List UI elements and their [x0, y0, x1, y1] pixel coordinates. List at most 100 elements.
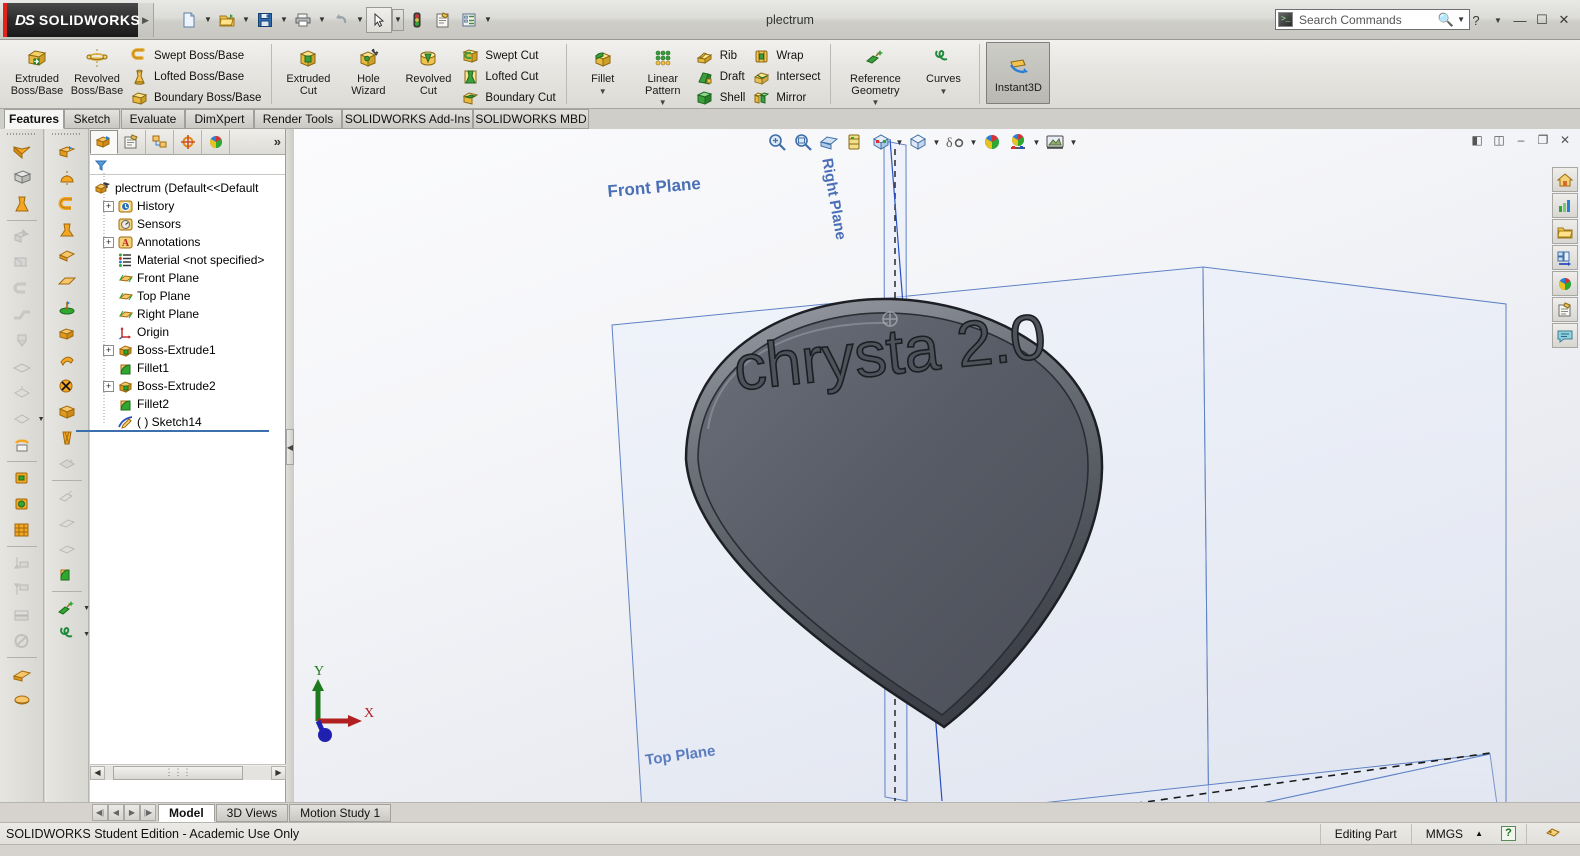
tool-weldment-icon[interactable] [7, 465, 37, 491]
design-library-button[interactable] [1552, 219, 1578, 244]
fillet-dropdown-caret[interactable]: ▼ [599, 87, 607, 96]
display-style-caret[interactable]: ▼ [931, 130, 942, 154]
file-properties-button[interactable] [430, 7, 456, 33]
tool-forming-tool-icon[interactable] [7, 432, 37, 458]
previous-tab-button[interactable]: ◀ [108, 804, 124, 821]
select-tool-button[interactable] [366, 6, 392, 33]
tree-item-annotations[interactable]: + A Annotations [94, 233, 285, 251]
tool-structural-member-icon[interactable] [7, 491, 37, 517]
tab-evaluate[interactable]: Evaluate [121, 109, 185, 129]
restore-button[interactable]: ☐ [1532, 10, 1552, 30]
feature-manager-hscrollbar[interactable]: ◀ ⋮⋮⋮ ▶ [90, 764, 286, 780]
minimize-view-button[interactable]: – [1512, 131, 1530, 149]
select-tool-caret[interactable]: ▼ [392, 8, 404, 31]
boundary-cut-button[interactable]: Boundary Cut [458, 87, 559, 108]
hide-show-caret[interactable]: ▼ [968, 130, 979, 154]
design-library-home-button[interactable] [1552, 167, 1578, 192]
history-expander[interactable]: + [103, 200, 114, 212]
tile-vertical-button[interactable]: ◫ [1490, 131, 1508, 149]
tree-item-fillet1[interactable]: Fillet1 [94, 359, 285, 377]
instant3d-button[interactable]: Instant3D [986, 42, 1051, 104]
tab-dimxpert[interactable]: DimXpert [185, 109, 254, 129]
tree-item-history[interactable]: + History [94, 197, 285, 215]
tree-item-origin[interactable]: Origin [94, 323, 285, 341]
tab-solidworks-add-ins[interactable]: SOLIDWORKS Add-Ins [342, 109, 473, 129]
tile-horizontal-button[interactable]: ◧ [1468, 131, 1486, 149]
revolved-cut-button[interactable]: Revolved Cut [398, 42, 458, 97]
status-tag-button[interactable] [1526, 823, 1580, 844]
tree-item-plectrum[interactable]: plectrum (Default<<Default [94, 179, 285, 197]
linear-pattern-dropdown-caret[interactable]: ▼ [659, 98, 667, 107]
tool-revolved-surface-icon[interactable] [7, 687, 37, 713]
file-explorer-button[interactable] [1552, 193, 1578, 218]
draft-button[interactable]: Draft [693, 66, 750, 87]
tab-render-tools[interactable]: Render Tools [254, 109, 342, 129]
feature-manager-filter[interactable] [90, 155, 285, 175]
hole-wizard-button[interactable]: Hole Wizard [338, 42, 398, 97]
tool-boundary-boss-icon[interactable] [52, 243, 82, 269]
panel-splitter[interactable] [286, 129, 294, 802]
tool-ruled-surface-icon[interactable] [52, 373, 82, 399]
close-view-button[interactable]: ✕ [1556, 131, 1574, 149]
lofted-boss-base-button[interactable]: Lofted Boss/Base [127, 66, 265, 87]
view-settings-button[interactable] [1005, 130, 1031, 154]
open-document-caret[interactable]: ▼ [240, 7, 252, 33]
tab-sketch[interactable]: Sketch [64, 109, 120, 129]
help-caret-icon[interactable]: ▼ [1488, 10, 1508, 30]
tool-flex-icon[interactable] [52, 510, 82, 536]
tool-insert-mold-cavity-icon[interactable] [7, 576, 37, 602]
boss-extrude2-expander[interactable]: + [103, 380, 114, 392]
tool-offset-entities-icon[interactable] [7, 165, 37, 191]
extruded-cut-button[interactable]: Extruded Cut [278, 42, 338, 97]
tool-filled-surface-icon[interactable] [52, 295, 82, 321]
tool-move-face-icon[interactable] [52, 484, 82, 510]
new-document-button[interactable] [176, 7, 202, 33]
tool-swept-boss-icon[interactable] [52, 191, 82, 217]
display-pane-button[interactable] [1042, 130, 1068, 154]
search-input[interactable]: Search Commands [1299, 13, 1438, 27]
swept-boss-base-button[interactable]: Swept Boss/Base [127, 45, 265, 66]
tool-edge-flange-icon[interactable] [7, 250, 37, 276]
open-document-button[interactable] [214, 7, 240, 33]
search-caret-icon[interactable]: ▼ [1457, 15, 1465, 24]
view-orientation-caret[interactable]: ▼ [894, 130, 905, 154]
tree-item-boss-extrude1[interactable]: + Boss-Extrude1 [94, 341, 285, 359]
tool-lofted-boss-icon[interactable] [52, 217, 82, 243]
tool-knit-surface-icon[interactable] [52, 451, 82, 477]
tool-tooling-split-icon[interactable] [7, 602, 37, 628]
fillet-button[interactable]: Fillet ▼ [573, 42, 633, 96]
configuration-manager-tab[interactable] [146, 129, 174, 154]
hscroll-right-arrow[interactable]: ▶ [271, 765, 286, 780]
print-document-caret[interactable]: ▼ [316, 7, 328, 33]
reference-geometry-vcaret[interactable]: ▼ [83, 605, 90, 612]
tool-sheetmetal-base-flange-icon[interactable] [7, 224, 37, 250]
reference-geometry-dropdown-caret[interactable]: ▼ [871, 98, 879, 107]
tool-weld-bead-icon[interactable] [7, 517, 37, 543]
view-orientation-button[interactable] [868, 130, 894, 154]
rib-button[interactable]: Rib [693, 45, 750, 66]
tool-jog-icon[interactable] [7, 302, 37, 328]
tab-solidworks-mbd[interactable]: SOLIDWORKS MBD [473, 109, 589, 129]
hscroll-left-arrow[interactable]: ◀ [90, 765, 105, 780]
curves-vcaret[interactable]: ▼ [83, 631, 90, 638]
previous-view-button[interactable] [816, 130, 842, 154]
save-document-button[interactable] [252, 7, 278, 33]
minimize-button[interactable]: — [1510, 10, 1530, 30]
last-tab-button[interactable]: |▶ [140, 804, 156, 821]
tab-model[interactable]: Model [158, 804, 215, 822]
toolbar-grip-1[interactable] [6, 131, 37, 137]
undo-caret[interactable]: ▼ [354, 7, 366, 33]
new-document-caret[interactable]: ▼ [202, 7, 214, 33]
zoom-to-fit-button[interactable] [764, 130, 790, 154]
tool-fold-caret-icon[interactable]: ▼ [7, 406, 45, 432]
tree-item-top-plane[interactable]: Top Plane [94, 287, 285, 305]
feature-manager-more-tabs[interactable]: » [274, 134, 281, 149]
tree-item-boss-extrude2[interactable]: + Boss-Extrude2 [94, 377, 285, 395]
help-icon[interactable]: ? [1466, 10, 1486, 30]
options-caret[interactable]: ▼ [482, 7, 494, 33]
tree-item-sensors[interactable]: Sensors [94, 215, 285, 233]
hide-show-items-button[interactable]: δ [942, 130, 968, 154]
view-settings-caret[interactable]: ▼ [1031, 130, 1042, 154]
tree-item-fillet2[interactable]: Fillet2 [94, 395, 285, 413]
display-style-button[interactable] [905, 130, 931, 154]
